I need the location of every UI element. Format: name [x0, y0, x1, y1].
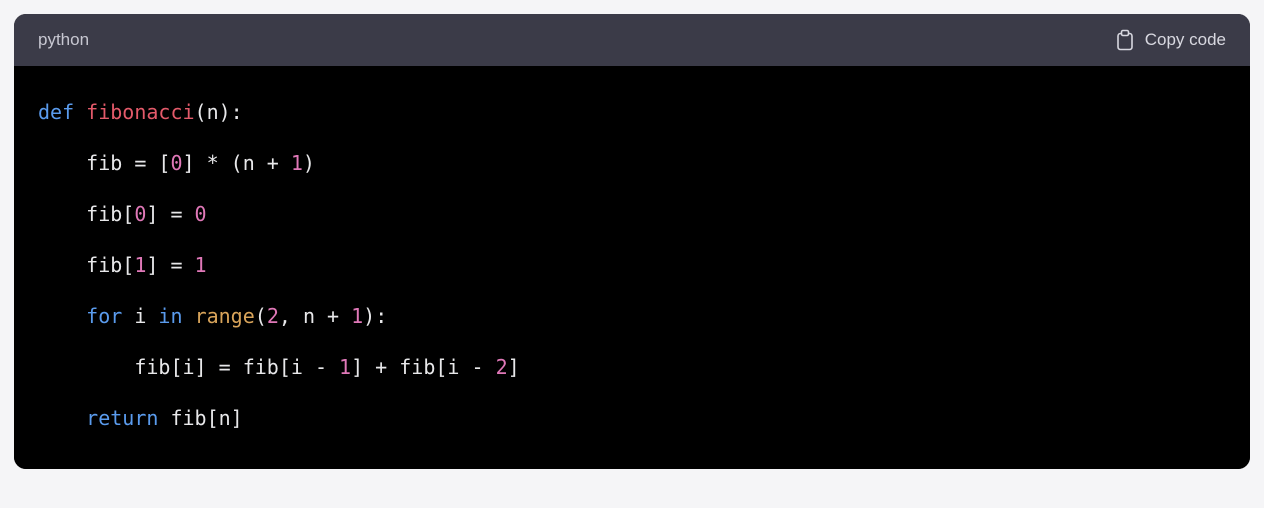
copy-code-button[interactable]: Copy code	[1115, 29, 1226, 51]
code-block: python Copy code def fibonacci(n): fib =…	[14, 14, 1250, 469]
code-body: def fibonacci(n): fib = [0] * (n + 1) fi…	[14, 66, 1250, 469]
clipboard-icon	[1115, 29, 1135, 51]
code-header: python Copy code	[14, 14, 1250, 66]
language-label: python	[38, 30, 89, 50]
code-content[interactable]: def fibonacci(n): fib = [0] * (n + 1) fi…	[38, 88, 1226, 445]
copy-code-label: Copy code	[1145, 30, 1226, 50]
